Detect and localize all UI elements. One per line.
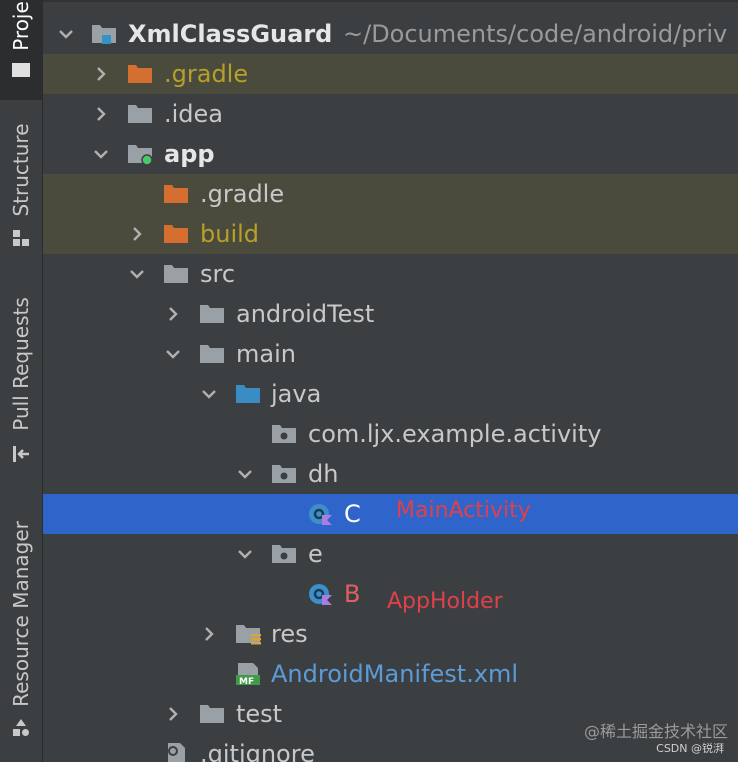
chevron-right-icon[interactable] <box>199 624 219 644</box>
folder-icon <box>164 265 188 283</box>
chevron-down-icon[interactable] <box>56 24 76 44</box>
tree-label: src <box>200 260 236 288</box>
tree-label: app <box>164 140 215 168</box>
svg-text:MF: MF <box>239 677 254 686</box>
tree-label: .gitignore <box>200 740 315 762</box>
tree-row-class-c[interactable]: C MainActivity <box>43 494 738 534</box>
tree-label: .gradle <box>200 180 285 208</box>
tree-label: main <box>236 340 296 368</box>
tree-label: AndroidManifest.xml <box>271 660 519 688</box>
tab-project[interactable]: Proje <box>9 1 33 51</box>
folder-orange-icon <box>128 65 152 83</box>
chevron-right-icon[interactable] <box>91 64 111 84</box>
tree-row-java[interactable]: java <box>43 374 738 414</box>
folder-orange-icon <box>164 225 188 243</box>
folder-icon <box>200 345 224 363</box>
tree-label: res <box>271 620 308 648</box>
folder-icon <box>200 305 224 323</box>
manifest-icon: MF <box>236 663 260 686</box>
tree-row-main[interactable]: main <box>43 334 738 374</box>
tree-label: java <box>271 380 322 408</box>
tree-row-package-activity[interactable]: com.ljx.example.activity <box>43 414 738 454</box>
tree-row-gradle[interactable]: .gradle <box>43 54 738 94</box>
tree-label: build <box>200 220 260 248</box>
gitignore-icon <box>168 743 185 762</box>
tree-row-src[interactable]: src <box>43 254 738 294</box>
tree-label: e <box>308 540 323 568</box>
package-icon <box>272 545 296 563</box>
resource-manager-icon <box>13 719 29 736</box>
tree-row-app[interactable]: app <box>43 134 738 174</box>
chevron-down-icon[interactable] <box>235 464 255 484</box>
tree-row-build[interactable]: build <box>43 214 738 254</box>
tree-label: com.ljx.example.activity <box>308 420 602 448</box>
kotlin-class-icon <box>309 504 332 525</box>
chevron-down-icon[interactable] <box>163 344 183 364</box>
tree-label: .idea <box>164 100 224 128</box>
package-icon <box>272 465 296 483</box>
tree-label: dh <box>308 460 339 488</box>
module-folder-icon <box>128 145 153 166</box>
annotation-appholder: AppHolder <box>387 589 503 614</box>
chevron-right-icon[interactable] <box>127 224 147 244</box>
tree-row-root[interactable]: XmlClassGuard ~/Documents/code/android/p… <box>43 14 738 54</box>
folder-icon <box>200 705 224 723</box>
pull-request-icon <box>13 446 29 462</box>
tree-label: .gradle <box>164 60 249 88</box>
annotation-mainactivity: MainActivity <box>396 498 531 523</box>
tree-row-class-b[interactable]: B AppHolder <box>43 574 738 614</box>
tree-row-androidtest[interactable]: androidTest <box>43 294 738 334</box>
folder-icon <box>12 63 30 77</box>
chevron-right-icon[interactable] <box>163 704 183 724</box>
chevron-right-icon[interactable] <box>91 104 111 124</box>
tree-label: C <box>344 500 361 528</box>
tree-row-manifest[interactable]: MF AndroidManifest.xml <box>43 654 738 694</box>
chevron-down-icon[interactable] <box>127 264 147 284</box>
tab-pull-requests[interactable]: Pull Requests <box>9 297 33 431</box>
package-icon <box>272 425 296 443</box>
source-folder-icon <box>236 385 260 403</box>
folder-orange-icon <box>164 185 188 203</box>
structure-icon <box>13 230 29 246</box>
tree-row-package-e[interactable]: e <box>43 534 738 574</box>
resource-folder-icon <box>236 625 261 645</box>
chevron-down-icon[interactable] <box>199 384 219 404</box>
tree-row-package-dh[interactable]: dh <box>43 454 738 494</box>
tab-structure[interactable]: Structure <box>9 123 33 216</box>
tab-resource-manager[interactable]: Resource Manager <box>9 521 33 707</box>
tree-label: B <box>344 580 361 608</box>
tree-row-idea[interactable]: .idea <box>43 94 738 134</box>
tree-row-res[interactable]: res <box>43 614 738 654</box>
project-folder-icon <box>92 25 116 44</box>
project-path: ~/Documents/code/android/priv <box>343 20 728 48</box>
tree-label: androidTest <box>236 300 375 328</box>
kotlin-class-icon <box>309 584 332 605</box>
folder-icon <box>128 105 152 123</box>
tree-label: test <box>236 700 283 728</box>
project-tree: XmlClassGuard ~/Documents/code/android/p… <box>43 0 738 762</box>
chevron-down-icon[interactable] <box>91 144 111 164</box>
tree-row-app-gradle[interactable]: .gradle <box>43 174 738 214</box>
watermark-juejin: @稀土掘金技术社区 <box>583 722 728 741</box>
project-name: XmlClassGuard <box>128 20 333 48</box>
watermark-csdn: CSDN @锐湃 <box>656 742 724 755</box>
tool-window-strip: Proje Structure Pull Requests Resource M… <box>0 0 43 762</box>
chevron-right-icon[interactable] <box>163 304 183 324</box>
chevron-down-icon[interactable] <box>235 544 255 564</box>
